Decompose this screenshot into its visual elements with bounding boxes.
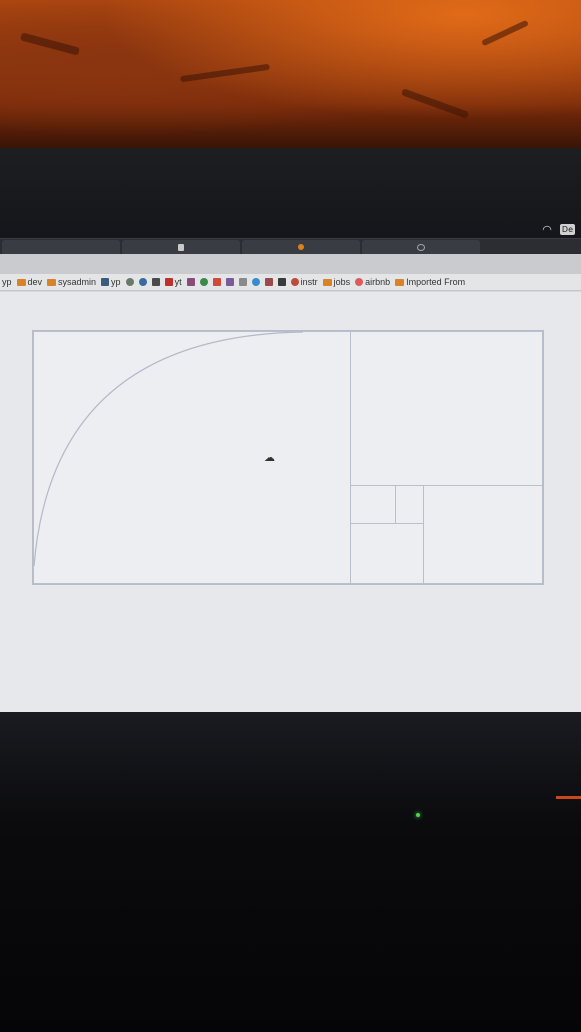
bookmarks-bar: yp dev sysadmin yp yt instr jobs airbnb … [0, 274, 581, 291]
bookmark-item-instr[interactable]: instr [290, 277, 318, 287]
folder-icon [16, 278, 26, 286]
tab-active[interactable] [362, 240, 480, 254]
bookmark-folder-jobs[interactable]: jobs [322, 277, 350, 287]
tab[interactable] [122, 240, 240, 254]
bookmark-item[interactable] [151, 278, 160, 286]
browser-tab-strip [0, 238, 581, 255]
cloud-icon [417, 243, 425, 251]
telegram-icon [138, 278, 147, 286]
bookmark-item[interactable] [199, 278, 208, 286]
bookmark-item[interactable] [138, 278, 147, 286]
square-icon [151, 278, 160, 286]
bookmark-item[interactable]: yt [164, 277, 182, 287]
app-icon [212, 278, 221, 286]
favicon-icon [298, 244, 304, 250]
bookmark-item[interactable] [225, 278, 234, 286]
app-icon [277, 278, 286, 286]
twitter-icon [251, 278, 260, 286]
square-icon [101, 278, 110, 286]
tab[interactable] [242, 240, 360, 254]
document-icon [178, 243, 184, 251]
power-led-icon [416, 813, 420, 817]
bookmark-item[interactable] [186, 278, 195, 286]
bookmark-item[interactable]: yp [2, 277, 12, 287]
bookmark-item-airbnb[interactable]: airbnb [355, 277, 390, 287]
system-top-bar: ◠ De [0, 218, 581, 240]
app-icon [225, 278, 234, 286]
folder-icon [47, 278, 57, 286]
bookmark-item[interactable] [277, 278, 286, 286]
mouse-cursor-icon: ☁ [264, 451, 275, 464]
app-icon [238, 278, 247, 286]
app-icon [290, 278, 299, 286]
screen: yp dev sysadmin yp yt instr jobs airbnb … [0, 254, 581, 712]
golden-spiral [33, 331, 304, 567]
bookmark-folder-dev[interactable]: dev [16, 277, 42, 287]
keyboard-indicator[interactable]: De [559, 223, 575, 235]
folder-icon [322, 278, 332, 286]
bookmark-folder-sysadmin[interactable]: sysadmin [47, 277, 96, 287]
background-wall [0, 0, 581, 148]
folder-icon [395, 278, 405, 286]
bookmark-item[interactable] [238, 278, 247, 286]
app-icon [264, 278, 273, 286]
app-icon [199, 278, 208, 286]
bookmark-item[interactable] [251, 278, 260, 286]
wifi-icon[interactable]: ◠ [542, 223, 552, 236]
browser-toolbar [0, 254, 581, 275]
bookmark-item[interactable] [212, 278, 221, 286]
bookmark-folder-imported[interactable]: Imported From [395, 277, 465, 287]
airbnb-icon [355, 278, 364, 286]
tab[interactable] [2, 240, 120, 254]
monitor-bezel-bottom [0, 712, 581, 1032]
app-icon [186, 278, 195, 286]
bookmark-item[interactable] [264, 278, 273, 286]
light-reflection [556, 796, 581, 799]
whatsapp-icon [125, 278, 134, 286]
golden-ratio-figure: ☁ [32, 330, 544, 585]
bookmark-item[interactable]: yp [101, 277, 121, 287]
youtube-icon [164, 278, 173, 286]
page-content: ☁ [0, 292, 581, 712]
bookmark-item[interactable] [125, 278, 134, 286]
